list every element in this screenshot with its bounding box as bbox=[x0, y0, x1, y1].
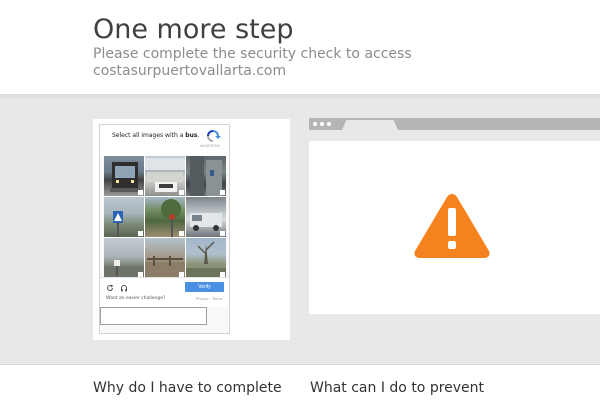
reload-icon[interactable] bbox=[106, 284, 114, 292]
recaptcha-widget: Select all images with a bus. reCAPTCHA … bbox=[99, 124, 230, 334]
page-header: One more step Please complete the securi… bbox=[0, 0, 600, 94]
warning-icon bbox=[414, 194, 490, 258]
instruction-prefix: Select all images with a bbox=[112, 132, 186, 139]
headphones-icon[interactable] bbox=[120, 284, 128, 292]
tile-checkbox bbox=[138, 231, 143, 236]
browser-titlebar bbox=[309, 118, 600, 130]
image-tile[interactable] bbox=[104, 197, 144, 237]
instruction-suffix: . bbox=[197, 132, 200, 139]
browser-illustration bbox=[309, 118, 600, 314]
challenge-instruction: Select all images with a bus. bbox=[112, 132, 199, 139]
browser-dot bbox=[320, 122, 324, 126]
tile-checkbox bbox=[220, 231, 225, 236]
image-tile[interactable] bbox=[145, 156, 185, 196]
recaptcha-logo-text: reCAPTCHA bbox=[200, 144, 220, 148]
browser-dot bbox=[313, 122, 317, 126]
image-tile[interactable] bbox=[145, 197, 185, 237]
privacy-terms-link[interactable]: Privacy - Terms bbox=[196, 297, 222, 301]
tile-checkbox bbox=[179, 231, 184, 236]
recaptcha-logo-icon bbox=[207, 130, 221, 142]
browser-dot bbox=[327, 122, 331, 126]
band-shadow bbox=[0, 94, 600, 100]
captcha-answer-input[interactable] bbox=[100, 307, 207, 325]
prevent-heading: What can I do to prevent this in the fut… bbox=[310, 380, 485, 400]
instruction-target: bus bbox=[185, 132, 198, 139]
image-tile[interactable] bbox=[104, 238, 144, 278]
image-tile[interactable] bbox=[104, 156, 144, 196]
image-grid bbox=[104, 156, 226, 278]
subtitle-line-1: Please complete the security check to ac… bbox=[93, 46, 412, 62]
subtitle-line-2: costasurpuertovallarta.com bbox=[93, 63, 287, 79]
info-section: Why do I have to complete a CAPTCHA? Wha… bbox=[0, 364, 600, 400]
page-title: One more step bbox=[93, 14, 294, 45]
image-tile[interactable] bbox=[186, 156, 226, 196]
image-tile[interactable] bbox=[186, 197, 226, 237]
browser-tab bbox=[342, 120, 398, 130]
browser-viewport bbox=[309, 141, 600, 314]
tile-checkbox bbox=[179, 190, 184, 195]
recaptcha-header: Select all images with a bus. reCAPTCHA bbox=[100, 125, 229, 157]
page-subtitle: Please complete the security check to ac… bbox=[93, 46, 412, 80]
image-tile[interactable] bbox=[145, 238, 185, 278]
verify-button[interactable]: Verify bbox=[185, 282, 224, 292]
recaptcha-footer: Verify Want an easier challenge? Privacy… bbox=[100, 277, 229, 307]
image-tile[interactable] bbox=[186, 238, 226, 278]
easier-challenge-link[interactable]: Want an easier challenge? bbox=[106, 296, 165, 301]
why-captcha-heading: Why do I have to complete a CAPTCHA? bbox=[93, 380, 282, 400]
tile-checkbox bbox=[220, 190, 225, 195]
tile-checkbox bbox=[138, 190, 143, 195]
